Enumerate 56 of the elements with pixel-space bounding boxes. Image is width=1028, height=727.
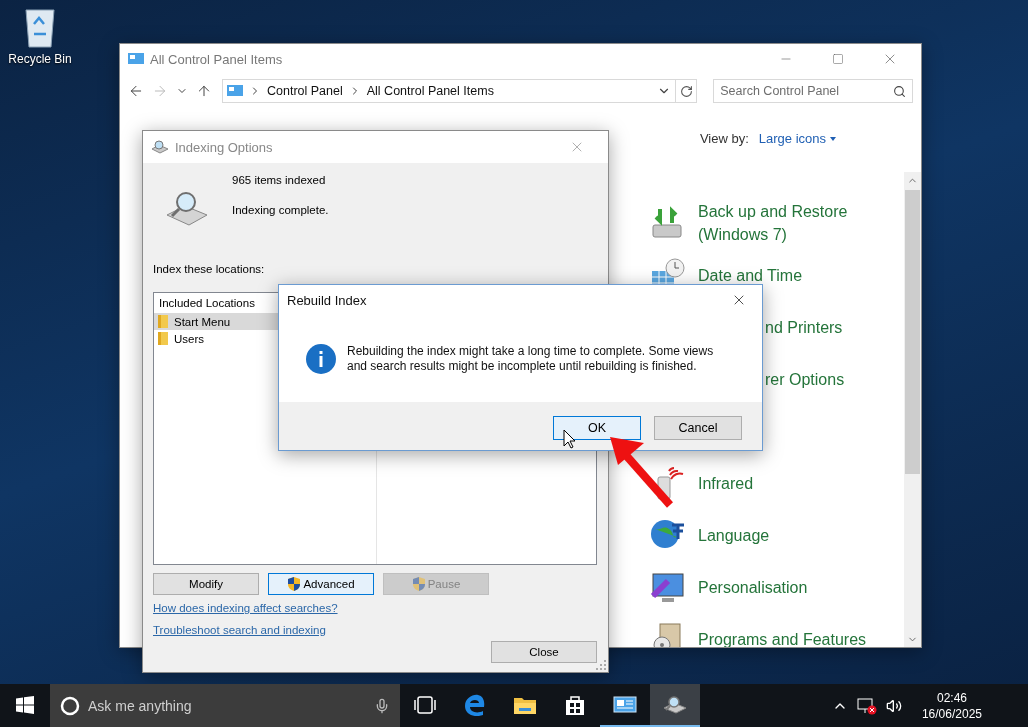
help-link[interactable]: How does indexing affect searches? <box>153 601 597 616</box>
control-panel-icon <box>613 694 637 715</box>
breadcrumb[interactable]: Control Panel <box>267 84 343 98</box>
folder-icon <box>158 315 168 328</box>
indexing-status: Indexing complete. <box>232 203 329 218</box>
dialog-button[interactable]: OK <box>553 416 641 440</box>
address-bar[interactable]: Control Panel All Control Panel Items <box>222 79 676 103</box>
taskbar-app[interactable] <box>650 684 700 727</box>
window-title: Indexing Options <box>175 139 274 155</box>
breadcrumb[interactable]: All Control Panel Items <box>366 84 494 98</box>
control-panel-item[interactable]: Programs and Features <box>698 627 867 647</box>
control-panel-icon <box>227 84 243 98</box>
mouse-cursor-icon <box>563 429 577 449</box>
action-button[interactable]: Modify <box>153 573 259 595</box>
edge-browser-icon <box>464 693 486 716</box>
control-panel-item[interactable]: Infrared <box>698 471 754 495</box>
refresh-icon[interactable] <box>675 79 698 103</box>
locations-label: Index these locations: <box>153 262 266 277</box>
help-link[interactable]: Troubleshoot search and indexing <box>153 623 597 638</box>
view-mode-dropdown[interactable]: Large icons <box>758 131 836 146</box>
shield-icon <box>287 576 302 592</box>
microphone-icon <box>374 697 390 714</box>
search-field[interactable]: Search Control Panel <box>713 79 913 103</box>
indexed-count: 965 items indexed <box>232 173 327 188</box>
indexing-drive-icon <box>165 191 209 227</box>
indexing-drive-icon <box>662 694 688 715</box>
view-by-label: View by: <box>699 131 749 146</box>
shield-icon <box>411 576 426 592</box>
indexing-icon <box>151 140 169 154</box>
control-panel-icon <box>128 52 144 66</box>
resize-grip-icon[interactable] <box>596 660 606 670</box>
control-panel-item[interactable]: rer Options <box>765 367 845 391</box>
control-panel-item[interactable]: Personalisation <box>698 575 808 599</box>
windows-logo-icon <box>16 695 34 714</box>
window-title: All Control Panel Items <box>150 51 284 67</box>
search-icon <box>893 84 906 98</box>
admin-button[interactable]: Advanced <box>268 573 374 595</box>
dialog-title: Rebuild Index <box>287 292 368 308</box>
network-disconnected-icon[interactable] <box>855 696 878 715</box>
close-button[interactable]: Close <box>491 641 597 663</box>
control-panel-item[interactable]: Language <box>698 523 770 547</box>
info-icon <box>305 342 337 375</box>
desktop-icon-label: Recycle Bin <box>8 52 72 66</box>
control-panel-item[interactable]: Back up and Restore (Windows 7) <box>698 200 868 246</box>
cortana-circle-icon <box>60 695 80 716</box>
control-panel-item[interactable]: nd Printers <box>765 315 843 339</box>
folder-icon <box>158 332 168 345</box>
control-panel-item[interactable]: Date and Time <box>698 263 803 287</box>
volume-icon[interactable] <box>885 697 902 714</box>
up-arrow-icon[interactable] <box>196 83 212 99</box>
store-bag-icon <box>564 693 586 716</box>
cortana-search-field[interactable]: Ask me anything <box>50 684 400 727</box>
clock[interactable]: 02:46 16/06/2025 <box>921 689 982 722</box>
task-view-icon <box>414 695 436 714</box>
dialog-message: Rebuilding the index might take a long time to complete. Some views and search results might be incomplete until rebuilding is finished. <box>347 343 715 374</box>
dialog-button[interactable]: Cancel <box>654 416 742 440</box>
